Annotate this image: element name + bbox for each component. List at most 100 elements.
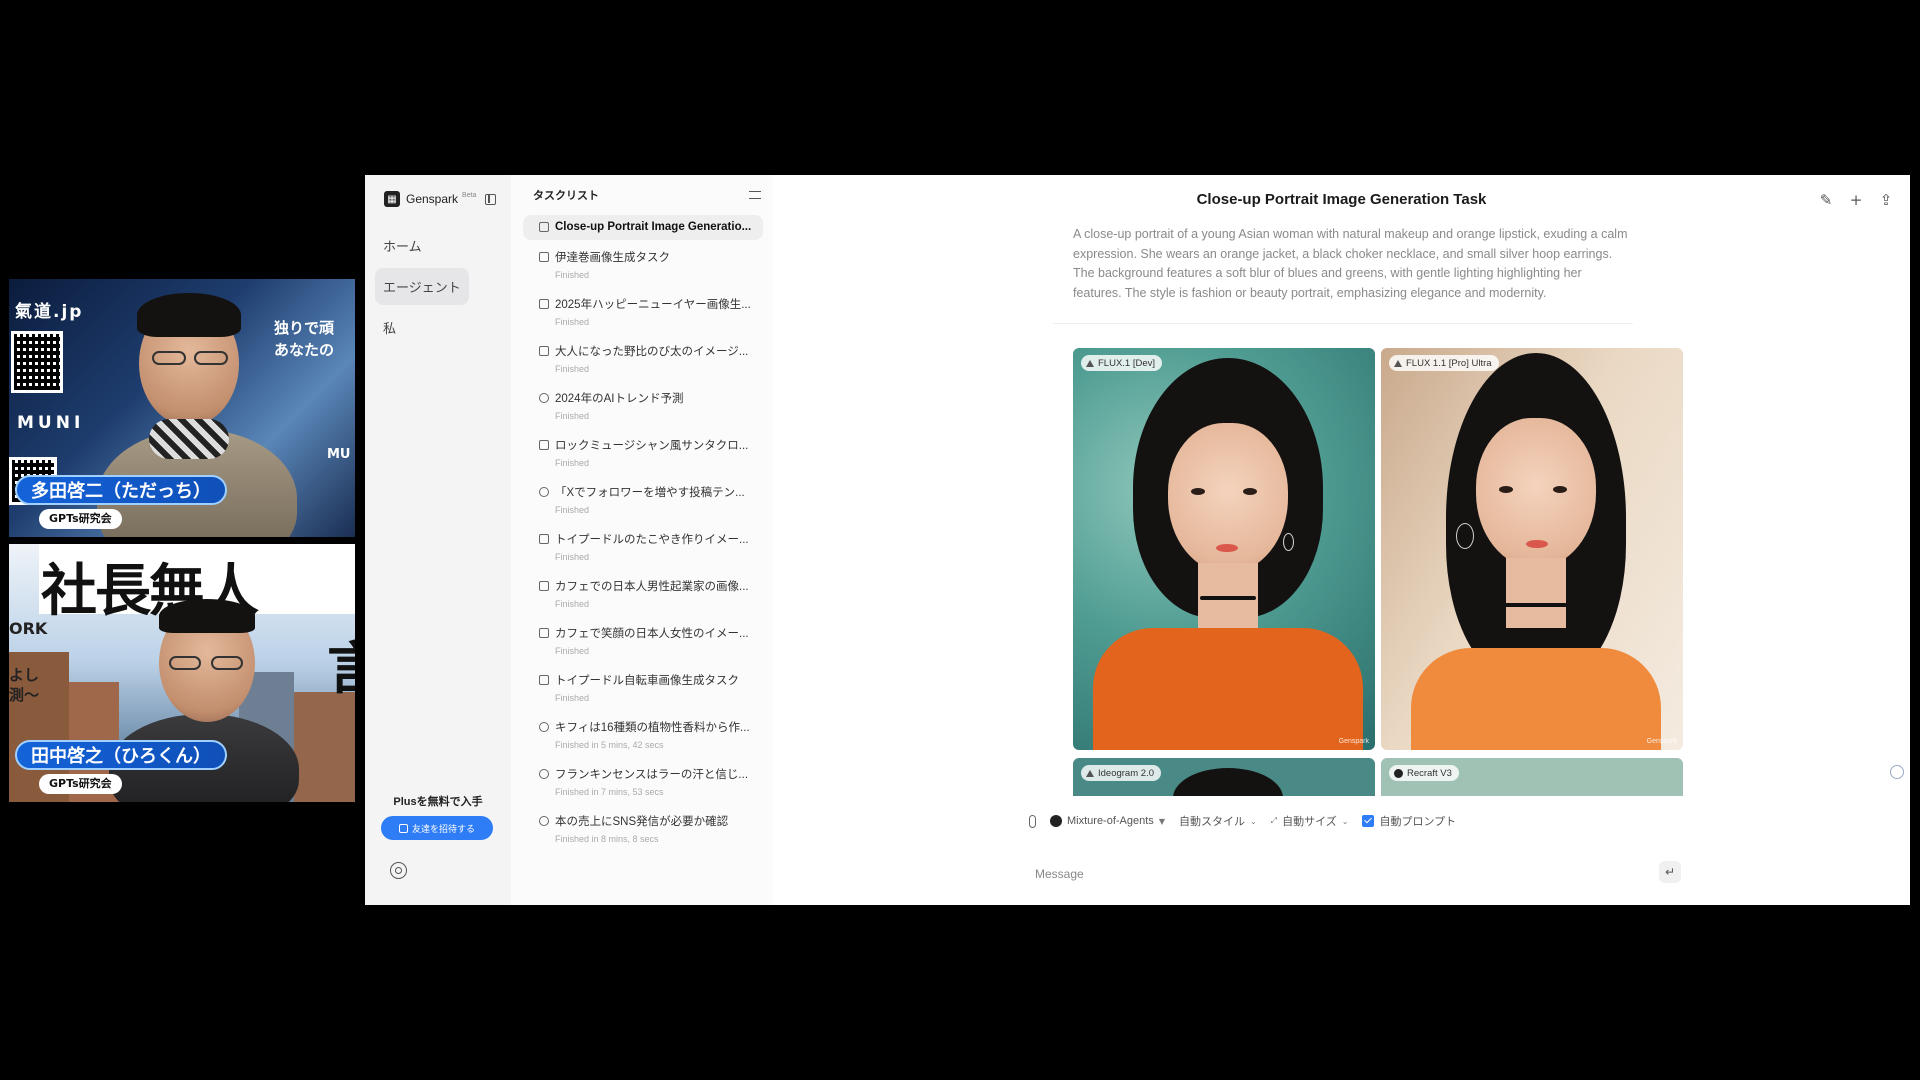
task-status: Finished [555,364,590,374]
nav-home[interactable]: ホーム [375,227,430,264]
task-title: 「Xでフォロワーを増やす投稿テン... [555,487,745,499]
brand-name: Genspark [406,192,459,206]
task-item[interactable]: トイプードルのたこやき作りイメー... Finished [523,525,763,569]
task-row: 2024年のAIトレンド予測 [539,390,753,406]
earring [1456,523,1474,549]
background-text: MU [327,447,351,462]
model-label: Recraft V3 [1389,765,1459,781]
chevron-down-icon: ⌄ [1249,816,1257,826]
task-title: キフィは16種類の植物性香料から作... [555,722,750,734]
task-item[interactable]: 伊達巻画像生成タスク Finished [523,243,763,287]
ideogram-icon [1086,769,1094,777]
task-item[interactable]: キフィは16種類の植物性香料から作... Finished in 5 mins, … [523,713,763,757]
image-task-icon [539,628,549,638]
generated-image-1[interactable]: FLUX.1 [Dev] Genspark [1073,348,1375,750]
auto-prompt-checkbox[interactable] [1362,815,1375,827]
side-assist-icon[interactable] [1890,765,1904,779]
model-label: FLUX.1 [Dev] [1081,355,1163,371]
task-title: 伊達巻画像生成タスク [555,252,670,264]
attach-icon[interactable] [1029,814,1036,828]
image-task-icon [539,534,549,544]
divider [1053,323,1633,324]
model-label: FLUX 1.1 [Pro] Ultra [1389,355,1499,371]
nav-me[interactable]: 私 [375,309,404,346]
beta-badge: Beta [462,191,477,199]
image-task-icon [539,440,549,450]
new-task-icon[interactable]: + [1848,192,1864,208]
chevron-down-icon: ⌄ [1341,816,1349,826]
glasses [211,656,243,670]
plus-promo-text: Plusを無料で入手 [393,796,483,808]
task-item[interactable]: フランキンセンスはラーの汗と信じ... Finished in 7 mins, 5… [523,760,763,804]
model-name: FLUX 1.1 [Pro] Ultra [1406,357,1492,369]
genspark-logo-icon: ▦ [384,191,400,207]
task-list-title: タスクリスト [533,190,599,202]
task-row: カフェで笑顔の日本人女性のイメー... [539,625,753,641]
task-title: トイプードル自転車画像生成タスク [555,675,739,687]
image-task-icon [539,675,549,685]
task-item[interactable]: 「Xでフォロワーを増やす投稿テン... Finished [523,478,763,522]
task-row: フランキンセンスはラーの汗と信じ... [539,766,753,782]
task-row: Close-up Portrait Image Generatio... [539,221,753,233]
menu-icon[interactable] [749,191,761,199]
invite-label: 友達を招待する [411,823,475,834]
sidebar-toggle-icon[interactable] [485,193,497,205]
brand: ▦ Genspark Beta [365,175,511,223]
flux-icon [1394,359,1402,367]
task-item[interactable]: 本の売上にSNS発信が必要か確認 Finished in 8 mins, 8 se… [523,807,763,851]
size-select[interactable]: ⤢ 自動サイズ ⌄ [1271,813,1349,829]
flux-icon [1086,359,1094,367]
main-content: Close-up Portrait Image Generation Task … [773,175,1910,905]
caret-down-icon: ▼ [1158,816,1165,826]
background-text: 氣道.jp [15,302,84,322]
task-item[interactable]: Close-up Portrait Image Generatio... [523,215,763,240]
generated-image-2[interactable]: FLUX 1.1 [Pro] Ultra Genspark [1381,348,1683,750]
send-button[interactable]: ↵ [1659,861,1681,883]
size-select-value: 自動サイズ [1282,816,1337,828]
participant-video-1: 氣道.jp 独りで頑 あなたの MUNI MU 多田啓二（ただっち） GPTs研… [9,279,355,537]
agent-select[interactable]: Mixture-of-Agents ▼ [1050,815,1165,827]
task-title: 2025年ハッピーニューイヤー画像生... [555,299,751,311]
generated-image-4[interactable]: Recraft V3 [1381,758,1683,796]
task-status: Finished [555,552,590,562]
background-text: あなたの [274,341,335,359]
edit-icon[interactable]: ✎ [1818,192,1834,208]
task-title: フランキンセンスはラーの汗と信じ... [555,769,749,781]
task-row: 2025年ハッピーニューイヤー画像生... [539,296,753,312]
watermark: Genspark [1338,738,1369,745]
nav-agents[interactable]: エージェント [375,268,469,305]
participant-org: GPTs研究会 [39,774,122,794]
share-icon[interactable]: ⇪ [1878,192,1894,208]
task-item[interactable]: カフェでの日本人男性起業家の画像... Finished [523,572,763,616]
task-item[interactable]: 2024年のAIトレンド予測 Finished [523,384,763,428]
generated-image-3[interactable]: Ideogram 2.0 [1073,758,1375,796]
portrait-eye [1191,488,1205,495]
portrait-lips [1526,540,1548,548]
participant-org: GPTs研究会 [39,509,122,529]
gift-icon [398,823,408,833]
background-text: 測〜 [9,686,40,704]
message-input[interactable] [1035,860,1635,888]
auto-prompt-toggle[interactable]: 自動プロンプト [1362,813,1456,829]
task-item[interactable]: 2025年ハッピーニューイヤー画像生... Finished [523,290,763,334]
chat-toolbar: Mixture-of-Agents ▼ 自動スタイル ⌄ ⤢ 自動サイズ ⌄ 自… [1029,813,1456,829]
background-building [294,692,355,802]
task-item[interactable]: カフェで笑顔の日本人女性のイメー... Finished [523,619,763,663]
agent-select-value: Mixture-of-Agents [1067,815,1154,827]
style-select[interactable]: 自動スタイル ⌄ [1179,813,1257,829]
task-item[interactable]: トイプードル自転車画像生成タスク Finished [523,666,763,710]
call-task-icon [539,816,549,826]
participant-video-2: 社長無人 ORK よし 測〜 言 田中啓之（ひろくん） GPTs研究会 [9,544,355,802]
task-item[interactable]: ロックミュージシャン風サンタクロ... Finished [523,431,763,475]
qr-code [11,331,63,393]
task-row: トイプードルのたこやき作りイメー... [539,531,753,547]
task-status: Finished [555,693,590,703]
invite-friends-button[interactable]: 友達を招待する [381,816,493,840]
watermark: Genspark [1646,738,1677,745]
glasses [169,656,201,670]
resize-icon: ⤢ [1270,816,1278,825]
settings-icon[interactable] [390,862,407,879]
task-item[interactable]: 大人になった野比のび太のイメージ... Finished [523,337,763,381]
task-row: ロックミュージシャン風サンタクロ... [539,437,753,453]
background-text: ORK [9,619,48,638]
